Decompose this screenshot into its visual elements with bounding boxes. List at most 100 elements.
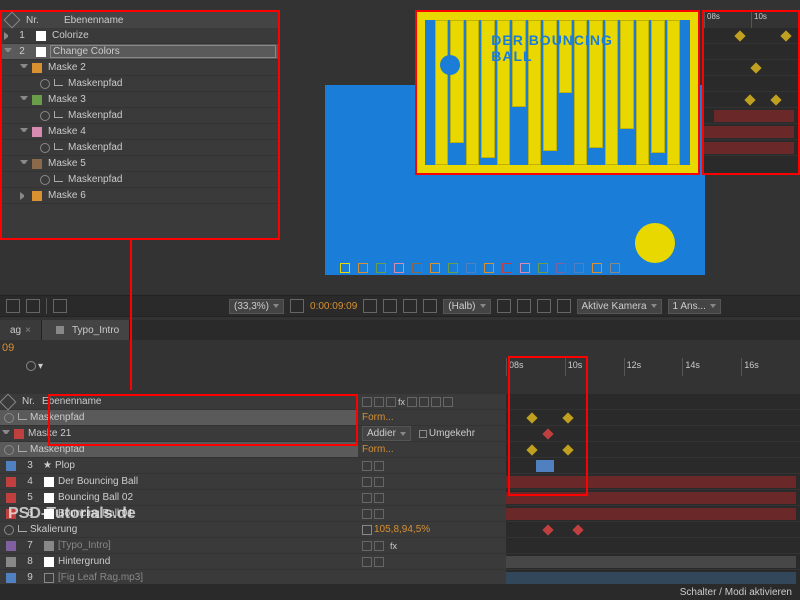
switch-icon[interactable] bbox=[362, 509, 372, 519]
keyframe-icon[interactable] bbox=[744, 94, 755, 105]
mask-swatch[interactable] bbox=[32, 191, 42, 201]
switch-icon[interactable] bbox=[362, 557, 372, 567]
tool-icon[interactable] bbox=[26, 299, 40, 313]
layer-bar[interactable] bbox=[536, 460, 554, 472]
switch-icon[interactable] bbox=[362, 477, 372, 487]
scale-value[interactable]: 105,8,94,5% bbox=[374, 524, 430, 535]
label-swatch[interactable] bbox=[6, 573, 16, 583]
tool-icon[interactable] bbox=[6, 299, 20, 313]
timecode[interactable]: 0:00:09:09 bbox=[310, 301, 357, 312]
keyframe-icon[interactable] bbox=[526, 412, 537, 423]
checkbox[interactable] bbox=[419, 430, 427, 438]
layer-bar[interactable] bbox=[506, 508, 796, 520]
mask-path-row[interactable]: Maskenpfad bbox=[2, 108, 278, 124]
layer-bar[interactable] bbox=[506, 572, 796, 584]
graph-icon[interactable] bbox=[18, 445, 28, 455]
mask-path-row[interactable]: Maskenpfad bbox=[2, 76, 278, 92]
current-time[interactable]: 09 bbox=[0, 340, 26, 358]
chevron-down-icon[interactable]: ▾ bbox=[38, 361, 43, 372]
keyframe-icon[interactable] bbox=[562, 412, 573, 423]
switch-icon[interactable] bbox=[407, 397, 417, 407]
label-swatch[interactable] bbox=[6, 557, 16, 567]
graph-icon[interactable] bbox=[54, 111, 64, 121]
switch-icon[interactable] bbox=[374, 461, 384, 471]
stopwatch-icon[interactable] bbox=[4, 445, 14, 455]
graph-icon[interactable] bbox=[54, 79, 64, 89]
mask-row[interactable]: Maske 5 bbox=[2, 156, 278, 172]
keyframe-icon[interactable] bbox=[542, 428, 553, 439]
color-swatch[interactable] bbox=[36, 47, 46, 57]
views-dropdown[interactable]: 1 Ans... bbox=[668, 299, 721, 314]
tool-icon[interactable] bbox=[290, 299, 304, 313]
mask-path-row[interactable]: Maskenpfad bbox=[0, 410, 358, 425]
camera-icon[interactable] bbox=[363, 299, 377, 313]
graph-icon[interactable] bbox=[54, 143, 64, 153]
keyframe-icon[interactable] bbox=[572, 524, 583, 535]
mask-path-row[interactable]: Maskenpfad bbox=[2, 172, 278, 188]
mask-swatch[interactable] bbox=[32, 159, 42, 169]
switch-icon[interactable] bbox=[374, 397, 384, 407]
switch-icon[interactable] bbox=[431, 397, 441, 407]
switch-icon[interactable] bbox=[362, 397, 372, 407]
expand-icon[interactable] bbox=[20, 160, 28, 168]
switch-icon[interactable] bbox=[362, 541, 372, 551]
layer-row-1[interactable]: 1 Colorize bbox=[2, 28, 278, 44]
switch-icon[interactable] bbox=[374, 477, 384, 487]
switch-icon[interactable] bbox=[362, 493, 372, 503]
label-swatch[interactable] bbox=[6, 461, 16, 471]
mask-swatch[interactable] bbox=[14, 429, 24, 439]
layer-row[interactable]: 4Der Bouncing Ball bbox=[0, 474, 358, 489]
mask-swatch[interactable] bbox=[32, 63, 42, 73]
expand-icon[interactable] bbox=[4, 32, 12, 40]
layer-row[interactable]: 9[Fig Leaf Rag.mp3] bbox=[0, 570, 358, 585]
camera-dropdown[interactable]: Aktive Kamera bbox=[577, 299, 662, 314]
color-swatch[interactable] bbox=[36, 31, 46, 41]
layer-bar[interactable] bbox=[506, 492, 796, 504]
mask-row[interactable]: Maske 21 bbox=[0, 426, 358, 441]
scale-row[interactable]: Skalierung bbox=[0, 522, 358, 537]
keyframe-icon[interactable] bbox=[562, 444, 573, 455]
keyframe-icon[interactable] bbox=[780, 30, 791, 41]
keyframe-icon[interactable] bbox=[542, 524, 553, 535]
tool-icon[interactable] bbox=[383, 299, 397, 313]
timeline-ruler[interactable]: 08s 10s 12s 14s 16s bbox=[506, 358, 800, 376]
stopwatch-icon[interactable] bbox=[4, 413, 14, 423]
zoom-dropdown[interactable]: (33,3%) bbox=[229, 299, 284, 314]
mask-path-row[interactable]: Maskenpfad bbox=[0, 442, 358, 457]
switch-icon[interactable] bbox=[374, 509, 384, 519]
tool-icon[interactable] bbox=[557, 299, 571, 313]
mask-swatch[interactable] bbox=[32, 127, 42, 137]
grid-icon[interactable] bbox=[517, 299, 531, 313]
expand-icon[interactable] bbox=[20, 192, 28, 200]
layer-bar[interactable] bbox=[506, 556, 796, 568]
form-link[interactable]: Form... bbox=[362, 412, 394, 423]
stopwatch-icon[interactable] bbox=[4, 525, 14, 535]
expand-icon[interactable] bbox=[4, 48, 12, 56]
switch-icon[interactable] bbox=[374, 493, 384, 503]
tool-icon[interactable] bbox=[497, 299, 511, 313]
layer-bar[interactable] bbox=[704, 142, 794, 154]
mask-row[interactable]: Maske 4 bbox=[2, 124, 278, 140]
layer-row-2[interactable]: 2 Change Colors bbox=[2, 44, 278, 60]
trash-icon[interactable] bbox=[53, 299, 67, 313]
graph-icon[interactable] bbox=[18, 413, 28, 423]
mask-row[interactable]: Maske 2 bbox=[2, 60, 278, 76]
close-icon[interactable]: × bbox=[25, 325, 31, 336]
mask-path-row[interactable]: Maskenpfad bbox=[2, 140, 278, 156]
search-bar[interactable]: ▾ bbox=[22, 358, 502, 374]
label-swatch[interactable] bbox=[6, 477, 16, 487]
layer-row[interactable]: 7[Typo_Intro] bbox=[0, 538, 358, 553]
label-swatch[interactable] bbox=[6, 493, 16, 503]
stopwatch-icon[interactable] bbox=[40, 79, 50, 89]
expand-icon[interactable] bbox=[2, 430, 10, 438]
tab-typo-intro[interactable]: Typo_Intro bbox=[42, 320, 130, 340]
layer-row[interactable]: 5Bouncing Ball 02 bbox=[0, 490, 358, 505]
mode-dropdown[interactable]: Addier bbox=[362, 426, 411, 441]
switch-icon[interactable] bbox=[374, 557, 384, 567]
footer-text[interactable]: Schalter / Modi aktivieren bbox=[680, 587, 792, 598]
resolution-dropdown[interactable]: (Halb) bbox=[443, 299, 490, 314]
layer-bar[interactable] bbox=[704, 126, 794, 138]
layer-row[interactable]: 3★Plop bbox=[0, 458, 358, 473]
mini-ruler[interactable]: 08s 10s bbox=[704, 12, 798, 28]
keyframe-icon[interactable] bbox=[770, 94, 781, 105]
